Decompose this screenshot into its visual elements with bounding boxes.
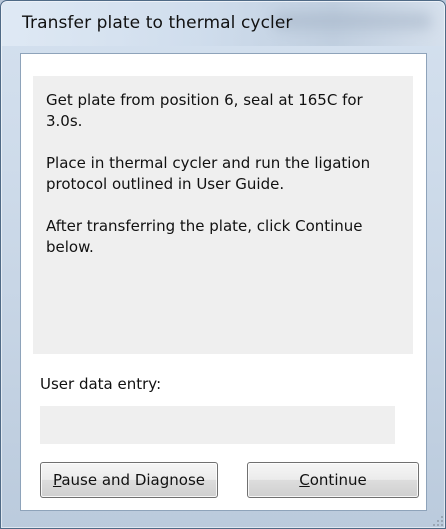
user-data-entry-input[interactable]	[40, 406, 395, 444]
title-bar[interactable]: Transfer plate to thermal cycler	[2, 2, 444, 46]
continue-access-key: C	[299, 471, 310, 489]
pause-and-diagnose-button[interactable]: Pause and Diagnose	[40, 462, 218, 498]
resize-grip-icon[interactable]	[429, 512, 443, 526]
dialog-window: Transfer plate to thermal cycler Get pla…	[0, 0, 446, 529]
message-line-1: Get plate from position 6, seal at 165C …	[46, 91, 363, 109]
instruction-message-box: Get plate from position 6, seal at 165C …	[33, 76, 413, 354]
continue-button[interactable]: Continue	[247, 462, 419, 498]
message-line-5: After transferring the plate, click Cont…	[46, 217, 363, 235]
message-line-2: 3.0s.	[46, 112, 83, 130]
dialog-client-area: Get plate from position 6, seal at 165C …	[20, 53, 427, 511]
message-line-6: below.	[46, 238, 94, 256]
continue-button-label: ontinue	[309, 471, 367, 489]
pause-button-label: ause and Diagnose	[61, 471, 206, 489]
message-line-3: Place in thermal cycler and run the liga…	[46, 154, 371, 172]
window-title: Transfer plate to thermal cycler	[22, 13, 293, 33]
message-line-4: protocol outlined in User Guide.	[46, 175, 285, 193]
user-data-entry-label: User data entry:	[40, 375, 162, 393]
title-bar-glass	[272, 12, 432, 30]
